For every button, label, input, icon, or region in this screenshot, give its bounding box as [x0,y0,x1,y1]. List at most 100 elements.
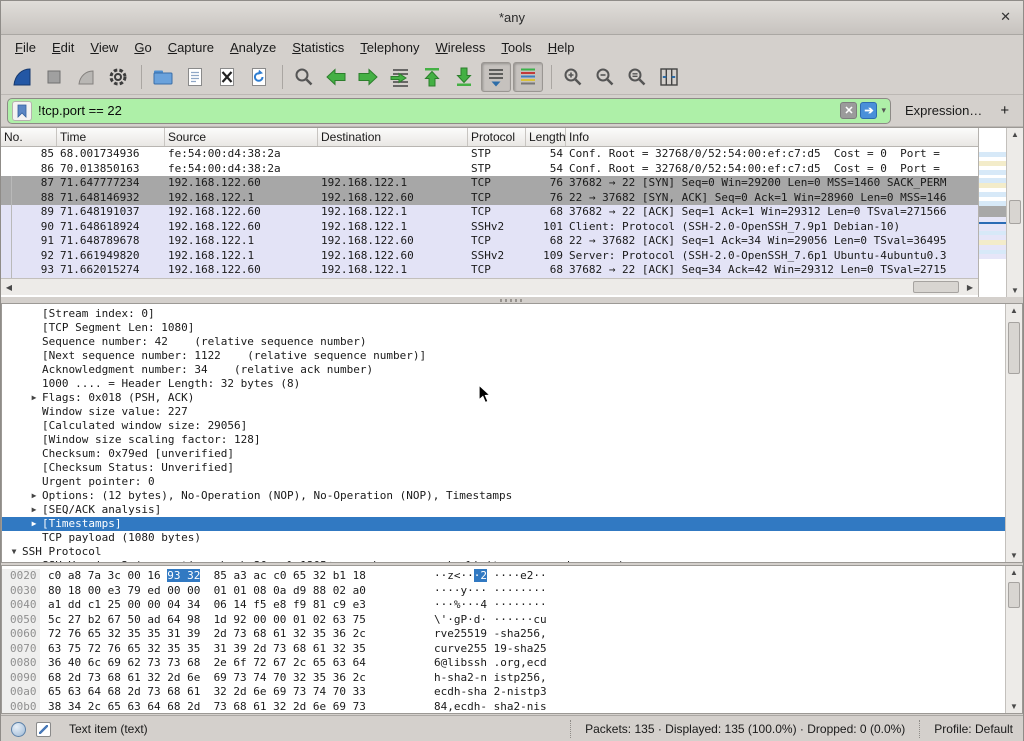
expander-closed-icon[interactable]: ▶ [26,391,42,405]
close-file-icon[interactable] [212,62,242,92]
hex-row[interactable]: 007063 75 72 76 65 32 35 35 31 39 2d 73 … [2,642,1005,657]
menu-wireless[interactable]: Wireless [428,38,494,57]
filter-input[interactable]: !tcp.port == 22 ✕ ➔ ▾ [7,98,891,124]
go-to-packet-icon[interactable] [385,62,415,92]
expander-open-icon[interactable]: ▼ [6,545,22,559]
hex-bytes[interactable]: 80 18 00 e3 79 ed 00 00 01 01 08 0a d9 8… [48,584,366,599]
hex-row[interactable]: 00b038 34 2c 65 63 64 68 2d 73 68 61 32 … [2,700,1005,714]
packet-row[interactable]: 8568.001734936fe:54:00:d4:38:2aSTP54Conf… [1,147,978,162]
expression-button[interactable]: Expression… [905,103,982,118]
hscroll-thumb[interactable] [913,281,959,293]
hex-bytes[interactable]: 36 40 6c 69 62 73 73 68 2e 6f 72 67 2c 6… [48,656,366,671]
scroll-up-icon[interactable]: ▲ [1006,568,1022,577]
detail-line[interactable]: ▶[SEQ/ACK analysis] [2,503,1005,517]
hex-ascii[interactable]: 6@libssh .org,ecd [434,656,547,671]
detail-line[interactable]: ▶Flags: 0x018 (PSH, ACK) [2,391,1005,405]
filter-history-caret-icon[interactable]: ▾ [881,105,886,116]
hex-ascii[interactable]: ···%···4 ········ [434,598,547,613]
packet-row[interactable]: 8971.648191037192.168.122.60192.168.122.… [1,205,978,220]
zoom-out-icon[interactable] [590,62,620,92]
close-icon[interactable]: ✕ [1000,9,1011,25]
go-forward-icon[interactable] [353,62,383,92]
expander-closed-icon[interactable]: ▶ [26,503,42,517]
packet-row[interactable]: 9371.662015274192.168.122.60192.168.122.… [1,263,978,278]
hex-row[interactable]: 00a065 63 64 68 2d 73 68 61 32 2d 6e 69 … [2,685,1005,700]
hex-bytes[interactable]: c0 a8 7a 3c 00 16 93 32 85 a3 ac c0 65 3… [48,569,366,584]
scroll-down-icon[interactable]: ▼ [1007,286,1023,295]
go-first-icon[interactable] [417,62,447,92]
resize-columns-icon[interactable] [654,62,684,92]
stop-capture-icon[interactable] [39,62,69,92]
packet-row[interactable]: 8670.013850163fe:54:00:d4:38:2aSTP54Conf… [1,162,978,177]
hex-row[interactable]: 0020c0 a8 7a 3c 00 16 93 32 85 a3 ac c0 … [2,569,1005,584]
packet-row[interactable]: 8871.648146932192.168.122.1192.168.122.6… [1,191,978,206]
menu-statistics[interactable]: Statistics [284,38,352,57]
hex-ascii[interactable]: \'·gP·d· ······cu [434,613,547,628]
hex-bytes[interactable]: 38 34 2c 65 63 64 68 2d 73 68 61 32 2d 6… [48,700,366,714]
bytes-scrollbar[interactable]: ▲ ▼ [1005,566,1022,713]
column-header-time[interactable]: Time [57,128,165,146]
open-file-icon[interactable] [148,62,178,92]
detail-line[interactable]: Sequence number: 42 (relative sequence n… [2,335,1005,349]
restart-capture-icon[interactable] [71,62,101,92]
expander-closed-icon[interactable]: ▶ [26,489,42,503]
bytes-scroll-thumb[interactable] [1008,582,1020,608]
colorize-icon[interactable] [513,62,543,92]
packet-row[interactable]: 9271.661949820192.168.122.1192.168.122.6… [1,249,978,264]
scroll-left-icon[interactable]: ◀ [1,283,17,292]
scroll-up-icon[interactable]: ▲ [1006,306,1022,315]
reload-file-icon[interactable] [244,62,274,92]
start-capture-icon[interactable] [7,62,37,92]
hex-bytes[interactable]: a1 dd c1 25 00 00 04 34 06 14 f5 e8 f9 8… [48,598,366,613]
detail-line[interactable]: [TCP Segment Len: 1080] [2,321,1005,335]
apply-filter-icon[interactable]: ➔ [860,102,877,119]
packet-row[interactable]: 9071.648618924192.168.122.60192.168.122.… [1,220,978,235]
menu-analyze[interactable]: Analyze [222,38,284,57]
detail-line[interactable]: [Next sequence number: 1122 (relative se… [2,349,1005,363]
clear-filter-icon[interactable]: ✕ [840,102,857,119]
detail-line[interactable]: Checksum: 0x79ed [unverified] [2,447,1005,461]
menu-view[interactable]: View [82,38,126,57]
hex-bytes[interactable]: 72 76 65 32 35 35 31 39 2d 73 68 61 32 3… [48,627,366,642]
detail-line[interactable]: ▶SSH Version 2 (encryption:chacha20-poly… [2,559,1005,562]
column-header-no[interactable]: No. [1,128,57,146]
profile-status[interactable]: Profile: Default [919,720,1023,738]
column-header-protocol[interactable]: Protocol [468,128,526,146]
hex-ascii[interactable]: h-sha2-n istp256, [434,671,547,686]
zoom-original-icon[interactable] [622,62,652,92]
menu-file[interactable]: File [7,38,44,57]
go-back-icon[interactable] [321,62,351,92]
column-header-info[interactable]: Info [566,128,978,146]
go-last-icon[interactable] [449,62,479,92]
detail-line[interactable]: ▶Options: (12 bytes), No-Operation (NOP)… [2,489,1005,503]
hex-bytes[interactable]: 65 63 64 68 2d 73 68 61 32 2d 6e 69 73 7… [48,685,366,700]
menu-go[interactable]: Go [126,38,159,57]
capture-options-icon[interactable] [103,62,133,92]
hex-row[interactable]: 00505c 27 b2 67 50 ad 64 98 1d 92 00 00 … [2,613,1005,628]
details-scroll-thumb[interactable] [1008,322,1020,374]
detail-line[interactable]: [Window size scaling factor: 128] [2,433,1005,447]
filter-text[interactable]: !tcp.port == 22 [38,103,837,118]
hex-bytes[interactable]: 5c 27 b2 67 50 ad 64 98 1d 92 00 00 01 0… [48,613,366,628]
hex-row[interactable]: 003080 18 00 e3 79 ed 00 00 01 01 08 0a … [2,584,1005,599]
packet-row[interactable]: 9171.648789678192.168.122.1192.168.122.6… [1,234,978,249]
hex-ascii[interactable]: ecdh-sha 2-nistp3 [434,685,547,700]
detail-line[interactable]: 1000 .... = Header Length: 32 bytes (8) [2,377,1005,391]
packet-list-hscrollbar[interactable]: ◀ ▶ [1,278,978,295]
menu-edit[interactable]: Edit [44,38,82,57]
hex-row[interactable]: 0040a1 dd c1 25 00 00 04 34 06 14 f5 e8 … [2,598,1005,613]
detail-line[interactable]: TCP payload (1080 bytes) [2,531,1005,545]
column-header-source[interactable]: Source [165,128,318,146]
scroll-down-icon[interactable]: ▼ [1006,702,1022,711]
menu-tools[interactable]: Tools [493,38,539,57]
detail-line[interactable]: Urgent pointer: 0 [2,475,1005,489]
save-file-icon[interactable] [180,62,210,92]
detail-line[interactable]: Acknowledgment number: 34 (relative ack … [2,363,1005,377]
menu-capture[interactable]: Capture [160,38,222,57]
packet-row[interactable]: 8771.647777234192.168.122.60192.168.122.… [1,176,978,191]
scroll-up-icon[interactable]: ▲ [1007,130,1023,139]
detail-line[interactable]: [Calculated window size: 29056] [2,419,1005,433]
titlebar[interactable]: *any ✕ [1,1,1023,35]
expert-info-icon[interactable] [11,722,26,737]
packet-list-scrollbar[interactable]: ▲ ▼ [1006,128,1023,297]
